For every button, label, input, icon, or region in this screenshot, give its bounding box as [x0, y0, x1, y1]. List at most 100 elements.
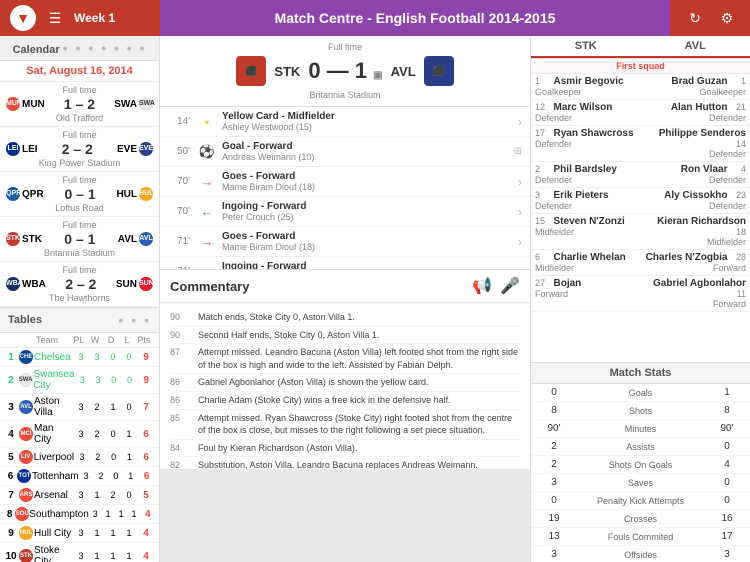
commentary-row: 86 Gabriel Agbonlahor (Aston Villa) is s…	[170, 374, 520, 392]
match-header: Full time ⬛ STK 0 — 1 ▣ AVL ⬛ Britannia …	[160, 36, 530, 107]
middle-column: Full time ⬛ STK 0 — 1 ▣ AVL ⬛ Britannia …	[160, 36, 530, 562]
home-badge: STK	[6, 232, 20, 246]
table-row[interactable]: 8 SOU Southampton 3 1 1 1 4	[0, 505, 159, 524]
stk-player-name: Charlie Whelan	[554, 252, 626, 263]
match-item[interactable]: Full time STK STK 0 – 1 AVL AVL Britanni…	[0, 217, 159, 262]
stat-left-value: 0	[539, 387, 569, 398]
table-row[interactable]: 1 CHE Chelsea 3 3 0 0 9	[0, 348, 159, 367]
table-row[interactable]: 5 LIV Liverpool 3 2 0 1 6	[0, 448, 159, 467]
stat-label: Goals	[569, 388, 712, 398]
team-badge: MCI	[19, 427, 33, 441]
event-player: Mame Biram Diouf (18)	[222, 242, 518, 252]
chevron-right-icon: ›	[518, 205, 522, 219]
team-badge: SWA	[19, 373, 33, 387]
stk-player-pos: Midfielder	[535, 227, 641, 237]
refresh-icon[interactable]: ↻	[682, 5, 708, 31]
away-team-name: AVL	[391, 64, 416, 79]
commentary-row: 87 Attempt missed. Leandro Bacuna (Aston…	[170, 344, 520, 374]
stat-right-value: 16	[712, 513, 742, 524]
stat-right-value: 0	[712, 495, 742, 506]
match-item[interactable]: Full time MUN MUN 1 – 2 SWA SWA Old Traf…	[0, 82, 159, 127]
commentary-body: 90 Match ends, Stoke City 0, Aston Villa…	[160, 303, 530, 469]
header-title: Match Centre - English Football 2014-201…	[160, 0, 670, 36]
commentary-text: Second Half ends, Stoke City 0, Aston Vi…	[198, 329, 520, 342]
chevron-right-icon: ›	[518, 175, 522, 189]
event-row[interactable]: 71' ← Ingoing - Forward Peter Crouch (25…	[160, 257, 530, 269]
stat-label: Shots On Goals	[569, 460, 712, 470]
header: ▼ ☰ Week 1 Match Centre - English Footba…	[0, 0, 750, 36]
settings-icon[interactable]: ⚙	[714, 5, 740, 31]
events-list: 14' ▪ Yellow Card - Midfielder Ashley We…	[160, 107, 530, 269]
calendar-title: Calendar • • • • • • •	[0, 36, 159, 61]
table-row[interactable]: 3 AVL Aston Villa 3 2 1 0 7	[0, 394, 159, 421]
commentary-row: 90 Second Half ends, Stoke City 0, Aston…	[170, 327, 520, 345]
stat-left-value: 0	[539, 495, 569, 506]
commentary-mic-icon: 🎤	[500, 276, 520, 296]
tables-dots: • • •	[119, 312, 151, 328]
home-name: MUN	[22, 99, 45, 110]
avl-player-name: Brad Guzan	[671, 76, 727, 87]
stat-right-value: 17	[712, 531, 742, 542]
table-row[interactable]: 2 SWA Swansea City 3 3 0 0 9	[0, 367, 159, 394]
event-type: Ingoing - Forward	[222, 201, 518, 212]
match-venue: Britannia Stadium	[166, 90, 524, 100]
stats-section: Match Stats 0 Goals 1 8 Shots 8 90' Minu…	[531, 362, 750, 562]
table-row[interactable]: 10 STK Stoke City 3 1 1 1 4	[0, 543, 159, 562]
event-type: Yellow Card - Midfielder	[222, 111, 518, 122]
commentary-text: Attempt missed. Ryan Shawcross (Stoke Ci…	[198, 412, 520, 437]
event-row[interactable]: 70' ← Ingoing - Forward Peter Crouch (25…	[160, 197, 530, 227]
match-item[interactable]: Full time QPR QPR 0 – 1 HUL HUL Loftus R…	[0, 172, 159, 217]
tables-title: Tables	[8, 314, 42, 326]
week-label: Week 1	[74, 11, 115, 25]
event-icon: ←	[196, 204, 218, 219]
stk-player-name: Phil Bardsley	[554, 164, 617, 175]
stk-player-name: Asmir Begovic	[554, 76, 624, 87]
stats-header: Match Stats	[531, 363, 750, 384]
avl-player-name: Philippe Senderos	[659, 128, 746, 139]
stk-player-name: Steven N'Zonzi	[554, 216, 625, 227]
event-row[interactable]: 14' ▪ Yellow Card - Midfielder Ashley We…	[160, 107, 530, 137]
avl-header: AVL	[641, 36, 750, 58]
table-row[interactable]: 7 ARS Arsenal 3 1 2 0 5	[0, 486, 159, 505]
squad-row: 12 Marc Wilson Defender Alan Hutton 21 D…	[531, 100, 750, 126]
event-row[interactable]: 70' → Goes - Forward Mame Biram Diouf (1…	[160, 167, 530, 197]
match-item[interactable]: Full time LEI LEI 2 – 2 EVE EVE King Pow…	[0, 127, 159, 172]
commentary-minute: 86	[170, 394, 192, 407]
stat-label: Offsides	[569, 550, 712, 560]
away-badge: HUL	[139, 187, 153, 201]
stat-left-value: 2	[539, 441, 569, 452]
match-item[interactable]: Full time WBA WBA 2 – 2 SUN SUN The Hawt…	[0, 262, 159, 307]
event-row[interactable]: 71' → Goes - Forward Mame Biram Diouf (1…	[160, 227, 530, 257]
commentary-title: Commentary	[170, 279, 249, 294]
event-row[interactable]: 50' ⚽ Goal - Forward Andreas Weimann (10…	[160, 137, 530, 167]
stat-left-value: 90'	[539, 423, 569, 434]
stat-right-value: 90'	[712, 423, 742, 434]
menu-icon[interactable]: ☰	[42, 5, 68, 31]
team-badge: CHE	[19, 350, 33, 364]
event-type: Goal - Forward	[222, 141, 514, 152]
event-minute: 50'	[168, 146, 196, 157]
commentary-header: Commentary 📢 🎤	[160, 270, 530, 303]
avl-player-pos: Forward	[641, 263, 747, 273]
stk-player-pos: Midfielder	[535, 263, 641, 273]
event-minute: 14'	[168, 116, 196, 127]
stat-right-value: 1	[712, 387, 742, 398]
table-row[interactable]: 6 TOT Tottenham 3 2 0 1 6	[0, 467, 159, 486]
header-left: ▼ ☰ Week 1	[0, 5, 160, 31]
avl-player-pos: Defender	[641, 113, 747, 123]
right-column: STK AVL First squad 1 Asmir Begovic Goal…	[530, 36, 750, 562]
stk-player-name: Bojan	[554, 278, 582, 289]
stat-label: Minutes	[569, 424, 712, 434]
event-type: Goes - Forward	[222, 171, 518, 182]
avl-player-pos: Midfielder	[641, 237, 747, 247]
stat-left-value: 13	[539, 531, 569, 542]
stat-right-value: 0	[712, 477, 742, 488]
event-icon: →	[196, 234, 218, 249]
stk-player-name: Ryan Shawcross	[554, 128, 634, 139]
filter-icon[interactable]: ▼	[10, 5, 36, 31]
table-row[interactable]: 9 HUL Hull City 3 1 1 1 4	[0, 524, 159, 543]
away-name: SUN	[116, 279, 137, 290]
avl-player-pos: Defender	[641, 201, 747, 211]
home-badge: QPR	[6, 187, 20, 201]
table-row[interactable]: 4 MCI Man City 3 2 0 1 6	[0, 421, 159, 448]
